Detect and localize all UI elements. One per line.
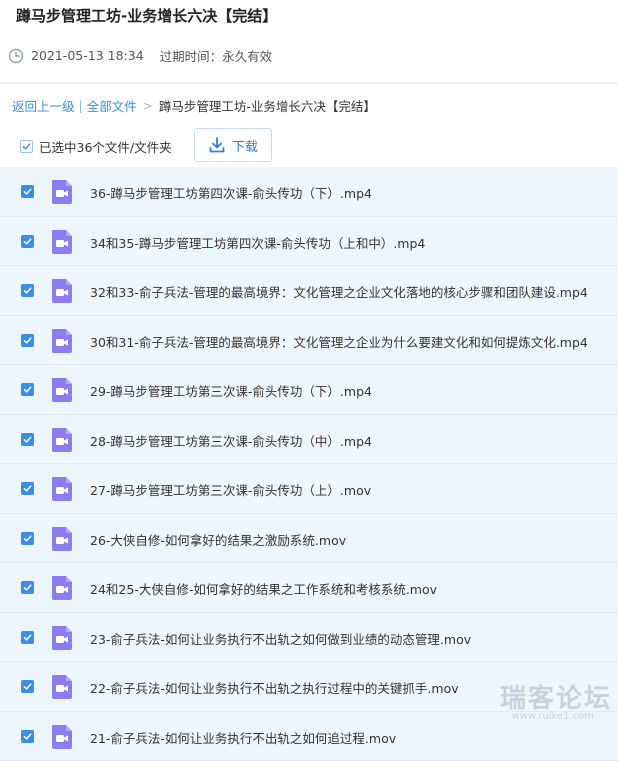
selection-toolbar: 已选中36个文件/文件夹 下载 [20, 128, 172, 164]
file-row[interactable]: 34和35-蹲马步管理工坊第四次课-俞头传功（上和中）.mp4 [0, 217, 618, 267]
video-file-icon [50, 476, 74, 502]
check-icon [23, 286, 32, 295]
file-row[interactable]: 24和25-大侠自修-如何拿好的结果之工作系统和考核系统.mov [0, 563, 618, 613]
check-icon [23, 633, 32, 642]
file-name: 36-蹲马步管理工坊第四次课-俞头传功（下）.mp4 [90, 183, 372, 202]
header-divider [0, 82, 618, 83]
file-checkbox[interactable] [21, 383, 34, 396]
check-icon [23, 534, 32, 543]
check-icon [23, 435, 32, 444]
breadcrumb-separator: | [79, 98, 83, 113]
file-row[interactable]: 36-蹲马步管理工坊第四次课-俞头传功（下）.mp4 [0, 167, 618, 217]
file-row[interactable]: 32和33-俞子兵法-管理的最高境界：文化管理之企业文化落地的核心步骤和团队建设… [0, 266, 618, 316]
page-title: 蹲马步管理工坊-业务增长六决【完结】 [16, 5, 277, 26]
video-file-icon [50, 278, 74, 304]
check-icon [23, 682, 32, 691]
file-row[interactable]: 23-俞子兵法-如何让业务执行不出轨之如何做到业绩的动态管理.mov [0, 613, 618, 663]
file-name: 23-俞子兵法-如何让业务执行不出轨之如何做到业绩的动态管理.mov [90, 629, 471, 648]
file-checkbox[interactable] [21, 284, 34, 297]
download-label: 下载 [232, 136, 258, 155]
select-all-checkbox[interactable] [20, 140, 33, 153]
file-checkbox[interactable] [21, 235, 34, 248]
file-name: 26-大侠自修-如何拿好的结果之激励系统.mov [90, 530, 346, 549]
file-checkbox[interactable] [21, 334, 34, 347]
check-icon [23, 732, 32, 741]
file-list: 36-蹲马步管理工坊第四次课-俞头传功（下）.mp4 34和35-蹲马步管理工坊第… [0, 167, 618, 761]
back-link[interactable]: 返回上一级 [12, 96, 75, 115]
breadcrumb: 返回上一级 | 全部文件 > 蹲马步管理工坊-业务增长六决【完结】 [12, 96, 376, 115]
check-icon [23, 484, 32, 493]
share-date: 2021-05-13 18:34 [31, 48, 144, 63]
video-file-icon [50, 229, 74, 255]
file-row[interactable]: 26-大侠自修-如何拿好的结果之激励系统.mov [0, 514, 618, 564]
download-button[interactable]: 下载 [194, 128, 272, 162]
file-name: 30和31-俞子兵法-管理的最高境界：文化管理之企业为什么要建文化和如何提炼文化… [90, 332, 588, 351]
video-file-icon [50, 427, 74, 453]
file-row[interactable]: 30和31-俞子兵法-管理的最高境界：文化管理之企业为什么要建文化和如何提炼文化… [0, 316, 618, 366]
clock-icon [8, 48, 24, 64]
file-checkbox[interactable] [21, 433, 34, 446]
file-checkbox[interactable] [21, 581, 34, 594]
file-name: 24和25-大侠自修-如何拿好的结果之工作系统和考核系统.mov [90, 579, 437, 598]
share-meta: 2021-05-13 18:34 过期时间：永久有效 [8, 46, 272, 65]
file-checkbox[interactable] [21, 482, 34, 495]
file-name: 32和33-俞子兵法-管理的最高境界：文化管理之企业文化落地的核心步骤和团队建设… [90, 282, 588, 301]
share-header: 蹲马步管理工坊-业务增长六决【完结】 2021-05-13 18:34 过期时间… [0, 0, 618, 84]
file-row[interactable]: 29-蹲马步管理工坊第三次课-俞头传功（下）.mp4 [0, 365, 618, 415]
video-file-icon [50, 724, 74, 750]
file-checkbox[interactable] [21, 631, 34, 644]
all-files-link[interactable]: 全部文件 [87, 96, 137, 115]
video-file-icon [50, 674, 74, 700]
file-name: 34和35-蹲马步管理工坊第四次课-俞头传功（上和中）.mp4 [90, 233, 425, 252]
file-checkbox[interactable] [21, 532, 34, 545]
breadcrumb-current: 蹲马步管理工坊-业务增长六决【完结】 [159, 96, 376, 115]
file-name: 27-蹲马步管理工坊第三次课-俞头传功（上）.mov [90, 480, 371, 499]
file-checkbox[interactable] [21, 680, 34, 693]
file-name: 21-俞子兵法-如何让业务执行不出轨之如何追过程.mov [90, 728, 396, 747]
check-icon [23, 336, 32, 345]
video-file-icon [50, 526, 74, 552]
file-row[interactable]: 22-俞子兵法-如何让业务执行不出轨之执行过程中的关键抓手.mov [0, 662, 618, 712]
breadcrumb-arrow-icon: > [143, 99, 153, 113]
video-file-icon [50, 575, 74, 601]
check-icon [23, 237, 32, 246]
file-checkbox[interactable] [21, 730, 34, 743]
video-file-icon [50, 625, 74, 651]
file-row[interactable]: 28-蹲马步管理工坊第三次课-俞头传功（中）.mp4 [0, 415, 618, 465]
check-icon [23, 583, 32, 592]
file-name: 28-蹲马步管理工坊第三次课-俞头传功（中）.mp4 [90, 431, 372, 450]
check-icon [23, 385, 32, 394]
video-file-icon [50, 377, 74, 403]
file-name: 29-蹲马步管理工坊第三次课-俞头传功（下）.mp4 [90, 381, 372, 400]
file-name: 22-俞子兵法-如何让业务执行不出轨之执行过程中的关键抓手.mov [90, 678, 459, 697]
download-icon [208, 136, 226, 154]
check-icon [23, 187, 32, 196]
selected-count-label: 已选中36个文件/文件夹 [39, 137, 172, 156]
file-checkbox[interactable] [21, 185, 34, 198]
check-icon [22, 142, 31, 151]
file-row[interactable]: 27-蹲马步管理工坊第三次课-俞头传功（上）.mov [0, 464, 618, 514]
file-row[interactable]: 21-俞子兵法-如何让业务执行不出轨之如何追过程.mov [0, 712, 618, 761]
expiry-label: 过期时间：永久有效 [160, 46, 273, 65]
video-file-icon [50, 179, 74, 205]
video-file-icon [50, 328, 74, 354]
